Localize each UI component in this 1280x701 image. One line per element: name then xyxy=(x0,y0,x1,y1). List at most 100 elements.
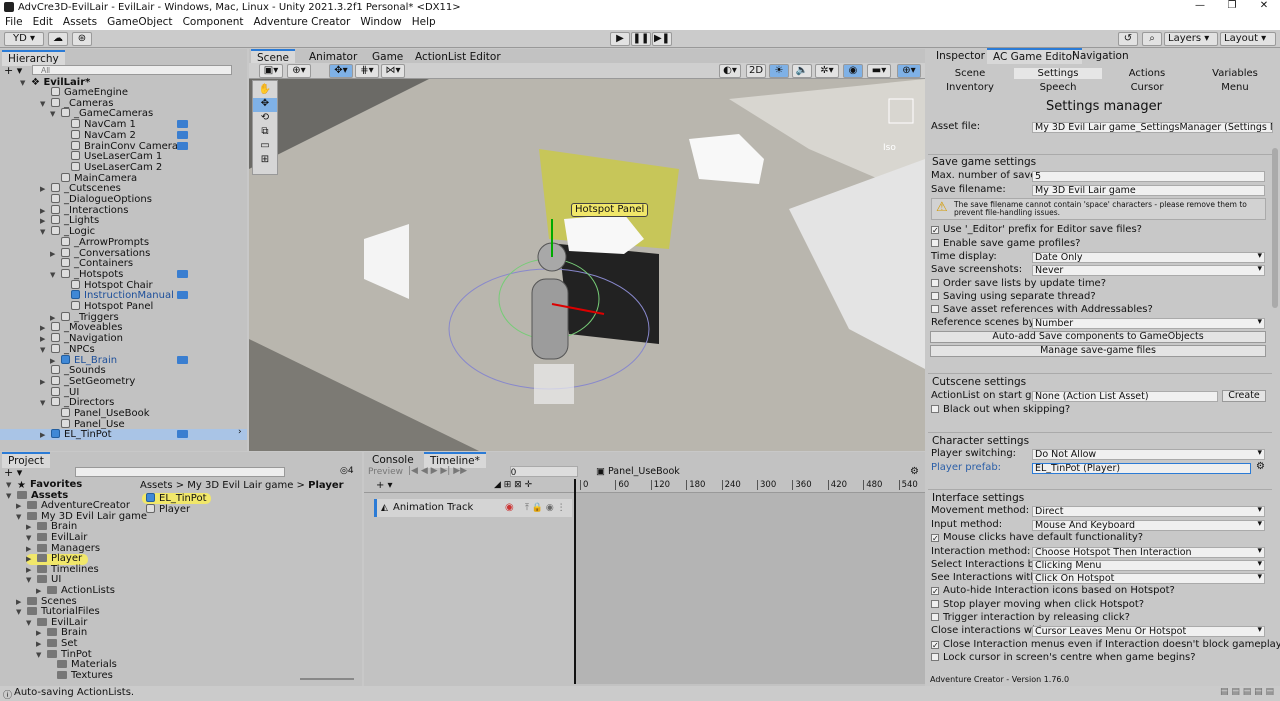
hierarchy-item[interactable]: _Sounds xyxy=(40,365,106,376)
max-saves-input[interactable]: 5 xyxy=(1032,171,1265,182)
effects-dropdown[interactable]: ✲▾ xyxy=(815,64,839,78)
search-icon[interactable]: ⌕ xyxy=(1142,32,1162,46)
status-tray-icons[interactable]: ▤ ▤ ▤ ▤ ▤ xyxy=(1220,687,1274,697)
autohide-checkbox[interactable]: ✓ Auto-hide Interaction icons based on Ho… xyxy=(931,585,1175,597)
expand-arrow-icon[interactable]: ▼ xyxy=(40,99,47,110)
subtab-variables[interactable]: Variables xyxy=(1192,68,1278,79)
stop-moving-checkbox[interactable]: Stop player moving when click Hotspot? xyxy=(931,599,1144,611)
tab-console[interactable]: Console xyxy=(366,453,420,467)
shading-dropdown[interactable]: ◐▾ xyxy=(719,64,741,78)
project-folder[interactable]: ▼ UI xyxy=(26,575,61,586)
hierarchy-item[interactable]: _Containers xyxy=(50,258,133,269)
hierarchy-item[interactable]: ▼ _NPCs xyxy=(40,343,95,355)
animation-track[interactable]: ◭ Animation Track ◉ ⤒ 🔒 ◉ ⋮ xyxy=(374,499,572,517)
expand-arrow-icon[interactable]: ▼ xyxy=(36,650,43,661)
profiles-checkbox[interactable]: Enable save game profiles? xyxy=(931,238,1080,250)
hierarchy-item[interactable]: MainCamera xyxy=(50,172,137,183)
ac-hint-icon[interactable] xyxy=(177,141,188,150)
expand-arrow-icon[interactable]: ▼ xyxy=(50,109,57,120)
expand-arrow-icon[interactable]: ▶ xyxy=(26,544,33,555)
hierarchy-item[interactable]: Hotspot Chair xyxy=(60,279,153,290)
save-filename-input[interactable]: My 3D Evil Lair game xyxy=(1032,185,1265,196)
expand-arrow-icon[interactable]: ▼ xyxy=(6,480,13,491)
subtab-scene[interactable]: Scene xyxy=(928,68,1012,79)
timeline-ruler[interactable]: 0 60 120 180 240 300 360 420 480 540 xyxy=(574,479,925,493)
project-add-button[interactable]: + ▾ xyxy=(4,466,22,479)
thread-checkbox[interactable]: Saving using separate thread? xyxy=(931,291,1096,303)
hierarchy-item[interactable]: _ArrowPrompts xyxy=(50,236,149,248)
select-interactions-dropdown[interactable]: Clicking Menu xyxy=(1032,560,1265,571)
expand-arrow-icon[interactable]: ▼ xyxy=(26,533,33,544)
trigger-release-checkbox[interactable]: Trigger interaction by releasing click? xyxy=(931,612,1130,624)
expand-arrow-icon[interactable]: ▼ xyxy=(16,512,23,523)
step-button[interactable]: ▶❚ xyxy=(652,32,672,46)
subtab-inventory[interactable]: Inventory xyxy=(928,82,1012,93)
subtab-actions[interactable]: Actions xyxy=(1104,68,1190,79)
hierarchy-scrollbar[interactable]: › xyxy=(238,427,242,437)
subtab-settings[interactable]: Settings xyxy=(1014,68,1102,79)
tab-animator[interactable]: Animator xyxy=(303,50,363,64)
hierarchy-item[interactable]: ▶ EL_Brain xyxy=(50,354,117,365)
time-display-dropdown[interactable]: Date Only xyxy=(1032,252,1265,263)
hierarchy-item[interactable]: ▶ _Interactions xyxy=(40,204,128,216)
account-dropdown[interactable]: YD ▾ xyxy=(4,32,44,46)
hierarchy-item[interactable]: Hotspot Panel xyxy=(60,301,153,312)
expand-arrow-icon[interactable]: ▶ xyxy=(26,554,33,565)
ac-hint-icon[interactable] xyxy=(177,291,188,300)
minimize-button[interactable]: — xyxy=(1184,0,1216,11)
track-tools-icon[interactable]: ◢ ⊞ ⊠ ✛ xyxy=(494,480,532,490)
hidden-toggle[interactable]: ◉ xyxy=(843,64,863,78)
see-interactions-dropdown[interactable]: Click On Hotspot xyxy=(1032,573,1265,584)
menu-assets[interactable]: Assets xyxy=(58,15,102,30)
expand-arrow-icon[interactable]: ▶ xyxy=(36,639,43,650)
globe-dropdown[interactable]: ⊕▾ xyxy=(287,64,311,78)
expand-arrow-icon[interactable]: ▼ xyxy=(40,398,47,409)
start-actionlist-field[interactable]: None (Action List Asset) xyxy=(1032,391,1218,402)
hierarchy-item[interactable]: Panel_UseBook xyxy=(50,408,150,419)
hierarchy-item[interactable]: UseLaserCam 2 xyxy=(60,161,162,173)
snap-dropdown[interactable]: ⋈▾ xyxy=(381,64,405,78)
timeline-frame-input[interactable] xyxy=(510,466,578,477)
grid-dropdown[interactable]: ⋕▾ xyxy=(355,64,379,78)
interaction-method-dropdown[interactable]: Choose Hotspot Then Interaction xyxy=(1032,547,1265,558)
maximize-button[interactable]: ❐ xyxy=(1216,0,1248,11)
tab-inspector[interactable]: Inspector xyxy=(930,49,991,63)
history-icon[interactable]: ↺ xyxy=(1118,32,1138,46)
project-file-el-tinpot[interactable]: EL_TinPot xyxy=(142,493,211,504)
timeline-playback-controls[interactable]: |◀ ◀ ▶ ▶| ▶▶ xyxy=(408,466,467,476)
project-folder[interactable]: ▼ My 3D Evil Lair game xyxy=(16,511,147,523)
ac-hint-icon[interactable] xyxy=(177,430,188,439)
track-controls-icon[interactable]: ⤒ 🔒 ◉ ⋮ xyxy=(525,499,566,517)
hand-tool-icon[interactable]: ✋ xyxy=(253,84,277,98)
menu-adventure-creator[interactable]: Adventure Creator xyxy=(249,15,356,30)
gizmos-dropdown[interactable]: ⊕▾ xyxy=(897,64,921,78)
move-tool-icon[interactable]: ✥ xyxy=(253,98,277,112)
ac-hint-icon[interactable] xyxy=(177,355,188,364)
tab-navigation[interactable]: Navigation xyxy=(1066,49,1135,63)
expand-arrow-icon[interactable]: ▶ xyxy=(36,628,43,639)
hierarchy-item[interactable]: ▶ _SetGeometry xyxy=(40,375,135,387)
collab-icon[interactable]: ⊛ xyxy=(72,32,92,46)
player-switching-dropdown[interactable]: Do Not Allow xyxy=(1032,449,1265,460)
ac-hint-icon[interactable] xyxy=(177,269,188,278)
move-tool-dropdown[interactable]: ✥▾ xyxy=(329,64,353,78)
rotate-tool-icon[interactable]: ⟲ xyxy=(253,112,277,126)
menu-component[interactable]: Component xyxy=(178,15,249,30)
expand-arrow-icon[interactable]: ▼ xyxy=(6,491,13,502)
expand-arrow-icon[interactable]: ▶ xyxy=(26,565,33,576)
menu-edit[interactable]: Edit xyxy=(28,15,58,30)
pause-button[interactable]: ❚❚ xyxy=(631,32,651,46)
close-even-checkbox[interactable]: ✓ Close Interaction menus even if Interac… xyxy=(931,639,1280,651)
menu-file[interactable]: File xyxy=(0,15,28,30)
scene-viewport[interactable]: Hotspot Panel Iso xyxy=(249,79,925,451)
rect-tool-icon[interactable]: ▭ xyxy=(253,140,277,154)
expand-arrow-icon[interactable]: ▼ xyxy=(50,270,57,281)
tab-actionlist-editor[interactable]: ActionList Editor xyxy=(409,50,507,64)
add-track-button[interactable]: + ▾ xyxy=(376,480,393,491)
hierarchy-item[interactable]: ▶ _Triggers xyxy=(50,311,119,323)
subtab-speech[interactable]: Speech xyxy=(1014,82,1102,93)
hierarchy-item[interactable]: NavCam 1 xyxy=(60,119,136,130)
hierarchy-item[interactable]: UseLaserCam 1 xyxy=(60,151,162,162)
timeline-preview-button[interactable]: Preview xyxy=(368,467,403,477)
hierarchy-item[interactable]: ▼ _Cameras xyxy=(40,97,113,110)
